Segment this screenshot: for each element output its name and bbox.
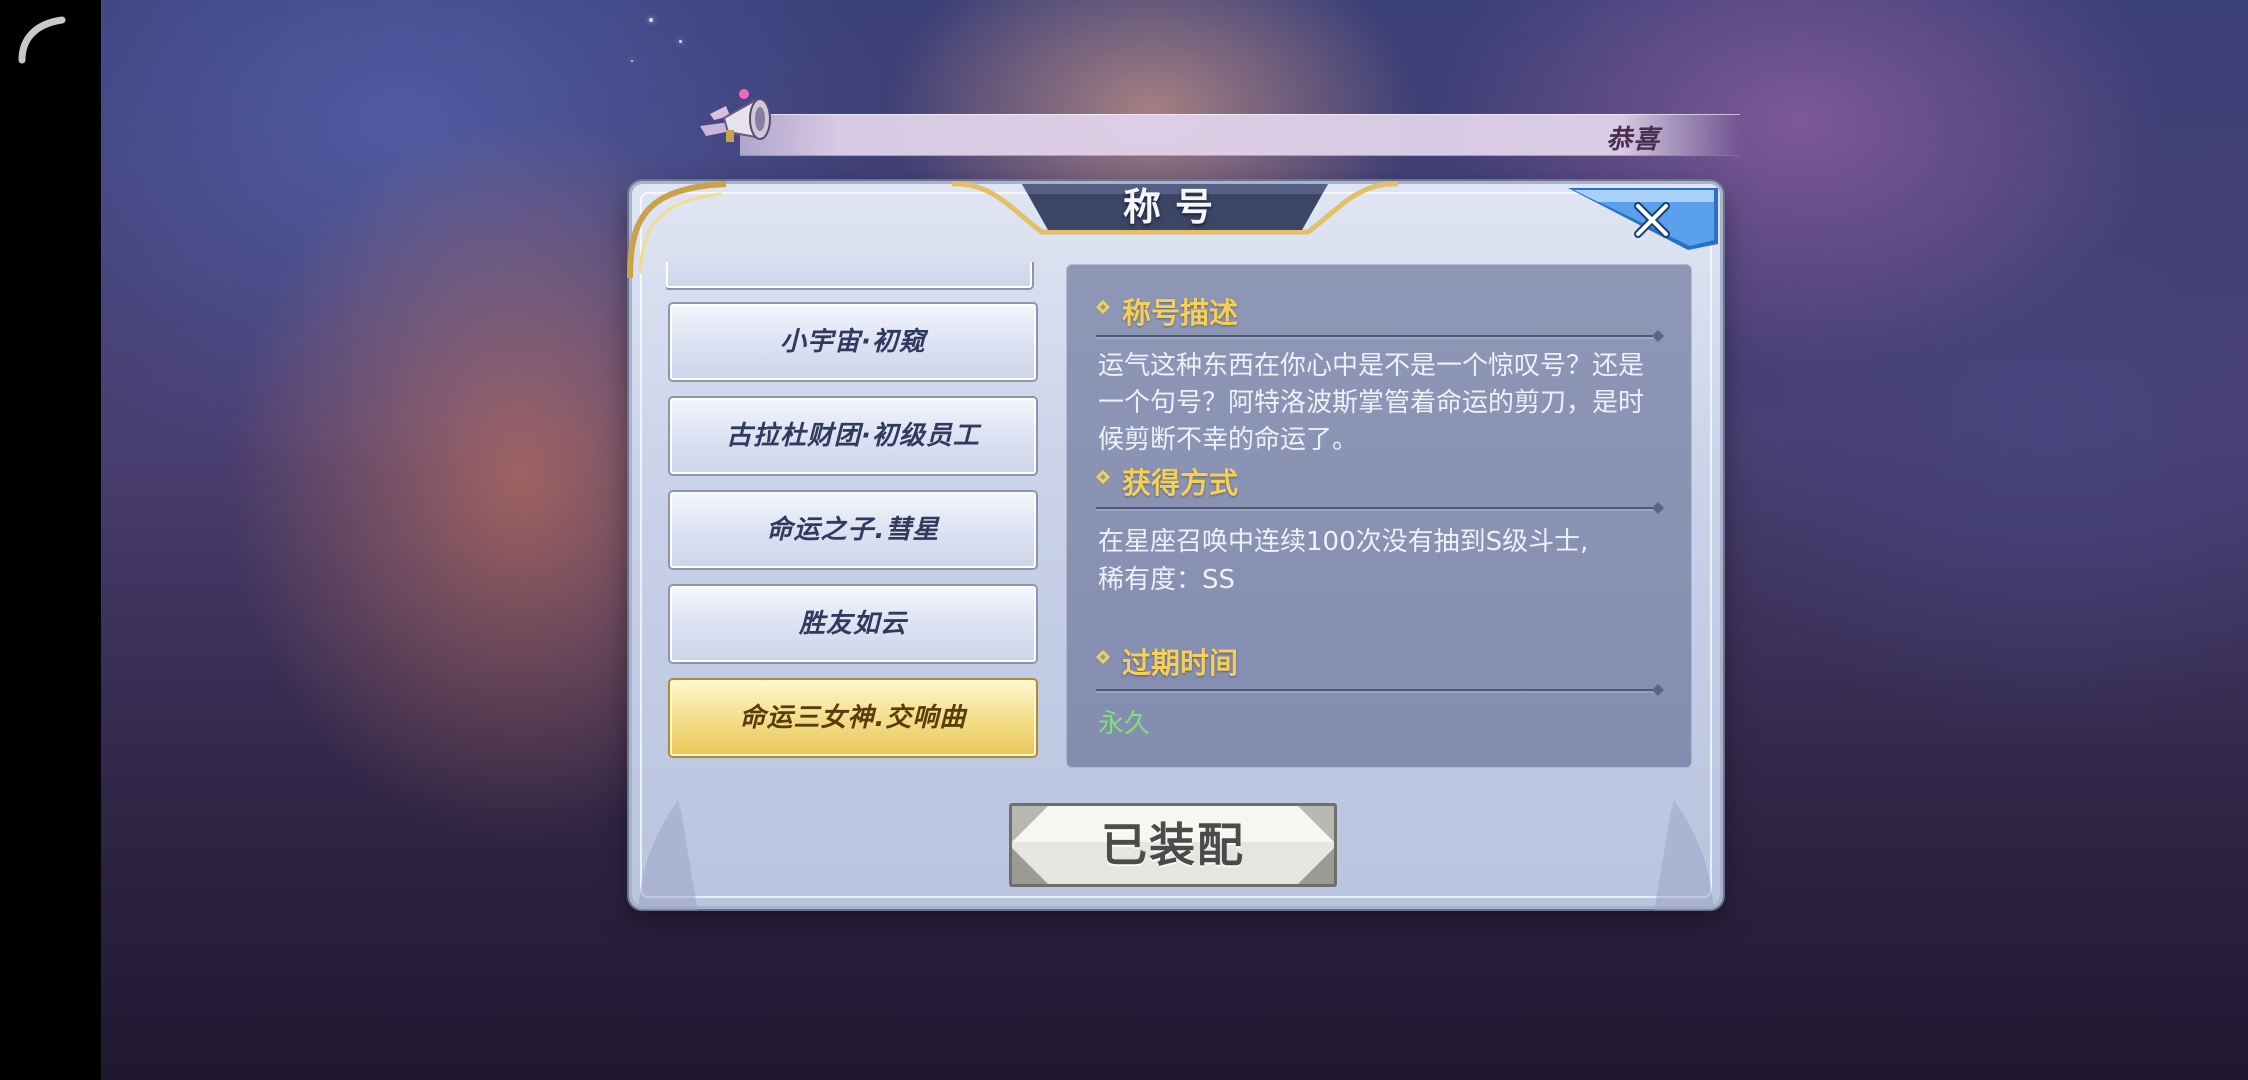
equipped-button-label: 已装配 xyxy=(1101,818,1245,872)
obtain-heading-label: 获得方式 xyxy=(1122,466,1239,500)
list-item[interactable]: 古拉杜财团·初级员工 xyxy=(670,398,1036,474)
diamond-bullet-icon xyxy=(1096,470,1110,484)
obtain-text: 在星座召唤中连续100次没有抽到S级斗士, xyxy=(1098,527,1589,557)
list-item-label: 胜友如云 xyxy=(798,609,907,639)
title-info-panel: 称号描述 运气这种东西在你心中是不是一个惊叹号？还是一个句号？阿特洛波斯掌管着命… xyxy=(1066,264,1692,768)
description-heading-label: 称号描述 xyxy=(1122,296,1239,330)
list-item-selected[interactable]: 命运三女神.交响曲 xyxy=(670,680,1036,756)
sparkle xyxy=(631,60,633,62)
section-divider xyxy=(1096,502,1664,514)
sparkle xyxy=(679,40,682,43)
expiry-value: 永久 xyxy=(1098,709,1151,739)
list-item[interactable]: 命运之子.彗星 xyxy=(670,492,1036,568)
diamond-bullet-icon xyxy=(1096,300,1110,314)
broadcast-text: 恭喜 xyxy=(1605,125,1660,155)
list-item-partial[interactable] xyxy=(666,262,1032,288)
description-text: 运气这种东西在你心中是不是一个惊叹号？还是一个句号？阿特洛波斯掌管着命运的剪刀，… xyxy=(1098,351,1645,455)
section-divider xyxy=(1096,330,1664,342)
section-divider xyxy=(1096,684,1664,696)
list-item-label: 古拉杜财团·初级员工 xyxy=(726,421,980,451)
expiry-heading-label: 过期时间 xyxy=(1122,646,1239,680)
left-black-bar xyxy=(0,0,101,1080)
rarity-text: 稀有度：SS xyxy=(1098,565,1236,595)
dialog-title: 称号 xyxy=(1122,185,1227,229)
sparkle xyxy=(649,18,653,22)
equipped-button[interactable]: 已装配 xyxy=(1008,802,1338,888)
close-x-icon xyxy=(1568,188,1718,250)
list-item-label: 命运三女神.交响曲 xyxy=(739,703,967,733)
broadcast-marquee: 恭喜 xyxy=(740,114,1740,156)
statue-ornament-right xyxy=(1654,800,1714,910)
list-item-label: 小宇宙·初窥 xyxy=(780,327,926,357)
close-button[interactable] xyxy=(1568,184,1722,254)
dialog-title-plate: 称号 xyxy=(952,180,1398,238)
title-list[interactable]: 小宇宙·初窥 古拉杜财团·初级员工 命运之子.彗星 胜友如云 命运三女神.交响曲 xyxy=(666,262,1044,766)
loading-arc-icon xyxy=(18,16,66,64)
statue-ornament-left xyxy=(638,800,698,910)
list-item[interactable]: 小宇宙·初窥 xyxy=(670,304,1036,380)
diamond-bullet-icon xyxy=(1096,650,1110,664)
game-screen: 恭喜 称号 小宇宙·初窥 古拉杜财团·初级员工 命运之子.彗星 胜友如云 命运三… xyxy=(0,0,2248,1080)
list-item-label: 命运之子.彗星 xyxy=(766,515,940,545)
list-item[interactable]: 胜友如云 xyxy=(670,586,1036,662)
megaphone-icon xyxy=(700,89,771,142)
